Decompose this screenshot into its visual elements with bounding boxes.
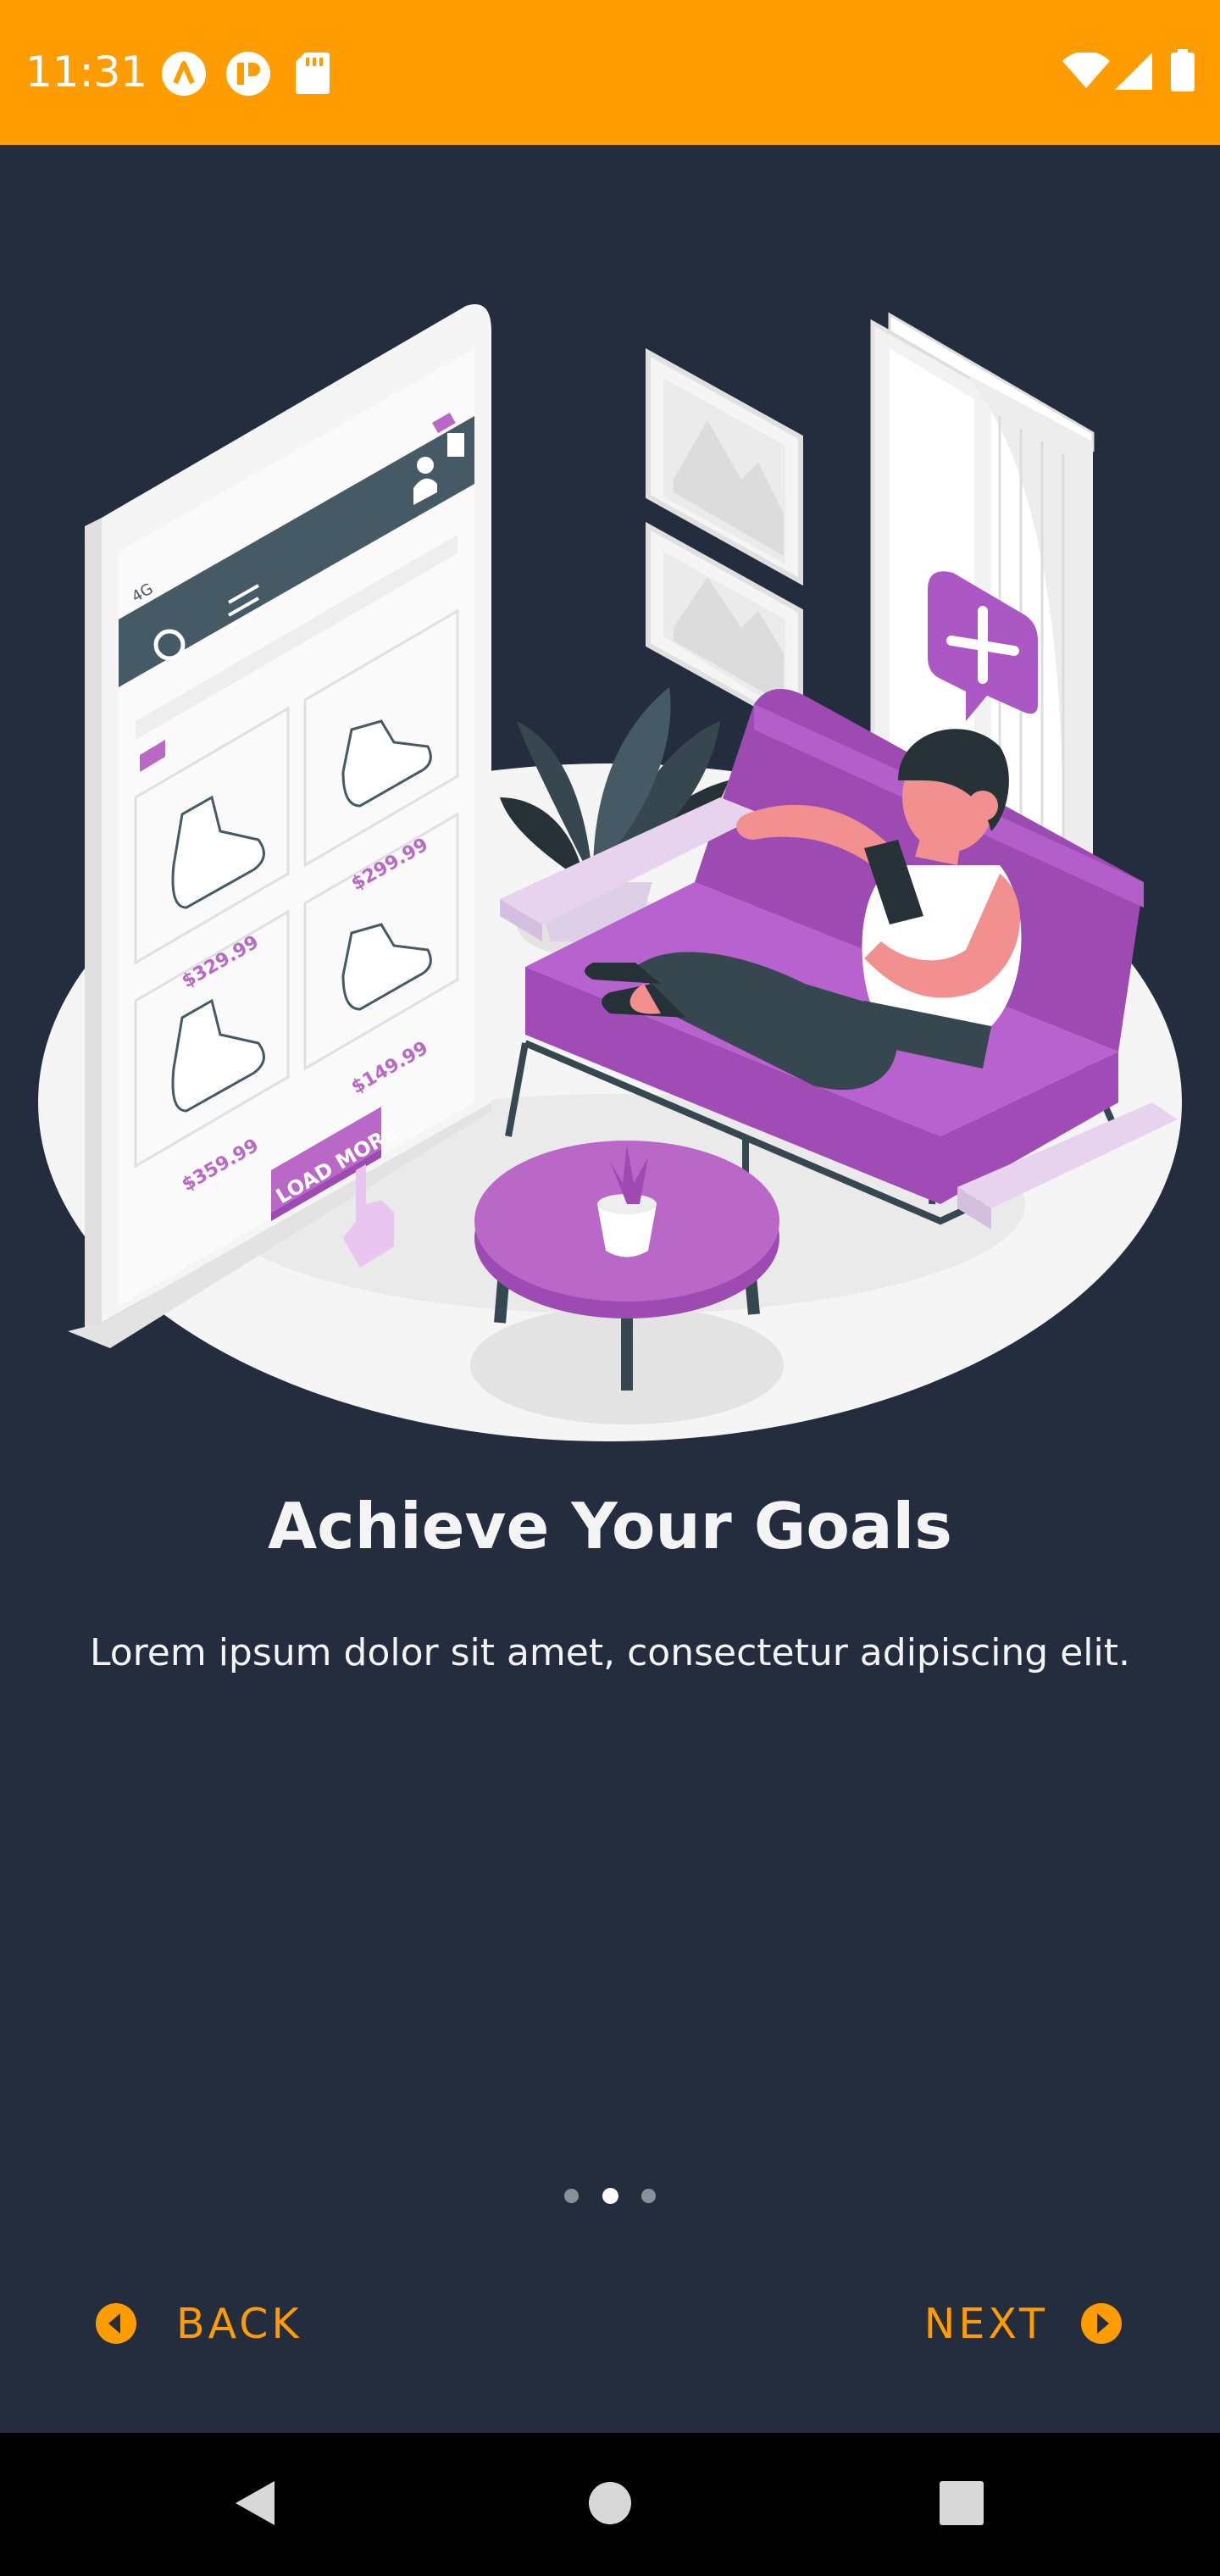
app-notification-icon: [225, 51, 271, 100]
onboarding-screen: 1:43 4G $329.99 $299.99 $359.99 $149.99 …: [0, 145, 1220, 2433]
page-dot-3[interactable]: [640, 2189, 656, 2203]
back-button[interactable]: BACK: [95, 2281, 302, 2366]
back-triangle-icon: [232, 2479, 276, 2530]
status-time: 11:31: [25, 47, 148, 97]
at-sign-icon: [161, 51, 207, 100]
system-home-button[interactable]: [559, 2433, 661, 2576]
wifi-icon: [1062, 51, 1110, 92]
system-back-button[interactable]: [203, 2433, 305, 2576]
onboarding-description: Lorem ipsum dolor sit amet, consectetur …: [90, 1631, 1130, 1674]
system-recents-button[interactable]: [911, 2433, 1012, 2576]
status-bar: 11:31: [0, 0, 1220, 145]
onboarding-title: Achieve Your Goals: [268, 1489, 952, 1563]
next-label: NEXT: [923, 2299, 1048, 2348]
arrow-right-circle-icon: [1080, 2302, 1123, 2345]
page-dot-1[interactable]: [564, 2189, 580, 2203]
sd-card-icon: [295, 51, 330, 98]
arrow-left-circle-icon: [95, 2302, 137, 2345]
page-indicator: [0, 2187, 1220, 2221]
page-dot-2-active[interactable]: [602, 2188, 618, 2204]
next-button[interactable]: NEXT: [924, 2281, 1123, 2366]
cell-signal-icon: [1115, 53, 1152, 93]
home-circle-icon: [588, 2481, 632, 2529]
system-navigation-bar: [0, 2433, 1220, 2576]
battery-icon: [1171, 49, 1195, 95]
recents-square-icon: [940, 2480, 984, 2529]
back-label: BACK: [176, 2299, 302, 2348]
onboarding-illustration: 1:43 4G $329.99 $299.99 $359.99 $149.99 …: [25, 230, 1195, 1467]
